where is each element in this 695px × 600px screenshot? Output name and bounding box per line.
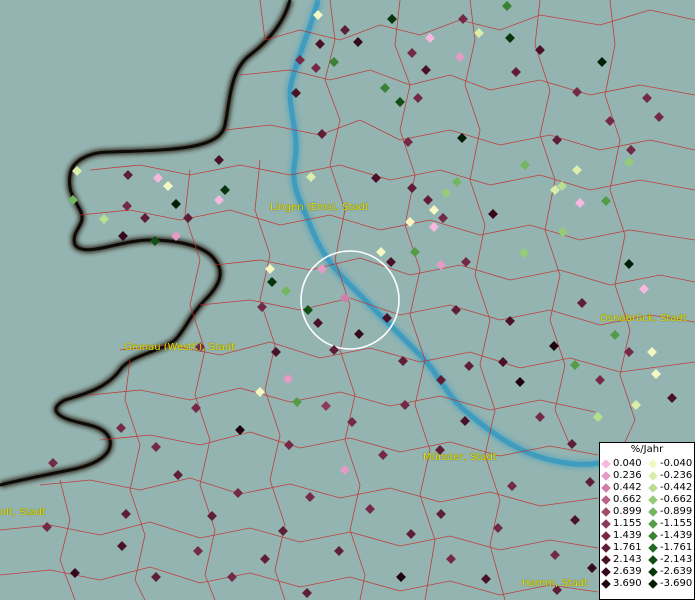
legend-swatch	[648, 495, 658, 505]
legend-label: 1.155	[613, 518, 642, 529]
legend-row: 0.442 -0.442	[600, 482, 694, 494]
legend-label: 1.761	[613, 542, 642, 553]
city-label-gronau[interactable]: Gronau (Westf.), Stadt	[124, 342, 235, 353]
legend-entry-positive: 0.899	[600, 506, 647, 518]
legend-entry-positive: 1.155	[600, 518, 647, 530]
legend-swatch	[601, 519, 611, 529]
legend-label: -3.690	[660, 578, 693, 589]
legend-label: -0.236	[660, 470, 693, 481]
legend-label: 2.639	[613, 566, 642, 577]
legend-row: 1.439 -1.439	[600, 530, 694, 542]
legend-row: 0.236 -0.236	[600, 470, 694, 482]
legend-label: -1.155	[660, 518, 693, 529]
legend-entry-negative: -1.439	[647, 530, 694, 542]
legend-entry-negative: -0.040	[647, 458, 694, 470]
legend-swatch	[648, 543, 658, 553]
legend-swatch	[648, 507, 658, 517]
legend-swatch	[601, 543, 611, 553]
legend-row: 2.639 -2.639	[600, 566, 694, 578]
legend-label: 2.143	[613, 554, 642, 565]
legend-label: 0.442	[613, 482, 642, 493]
legend-swatch	[648, 519, 658, 529]
city-label-hamm[interactable]: Hamm, Stadt	[522, 578, 588, 589]
city-label-muenster[interactable]: Münster, Stadt	[423, 452, 497, 463]
legend-row: 0.040 -0.040	[600, 458, 694, 470]
city-label-lingen[interactable]: Lingen (Ems), Stadt	[270, 202, 369, 213]
legend-entry-negative: -1.761	[647, 542, 694, 554]
legend-label: -0.662	[660, 494, 693, 505]
legend-swatch	[601, 555, 611, 565]
legend-entry-negative: -1.155	[647, 518, 694, 530]
legend-row: 1.761 -1.761	[600, 542, 694, 554]
legend: %/Jahr 0.040 -0.040 0.236 -0.236 0.442 -0.442…	[599, 442, 695, 600]
legend-entry-negative: -0.662	[647, 494, 694, 506]
city-label-bocholt[interactable]: olt, Stadt	[0, 507, 46, 518]
legend-entry-positive: 2.143	[600, 554, 647, 566]
legend-label: -0.040	[660, 458, 693, 469]
legend-label: 0.040	[613, 458, 642, 469]
legend-entry-negative: -2.143	[647, 554, 694, 566]
legend-label: 3.690	[613, 578, 642, 589]
legend-entry-positive: 0.040	[600, 458, 647, 470]
legend-entry-positive: 3.690	[600, 578, 647, 590]
legend-rows: 0.040 -0.040 0.236 -0.236 0.442 -0.442 0.662 -0…	[600, 458, 694, 590]
legend-swatch	[648, 531, 658, 541]
legend-label: -2.143	[660, 554, 693, 565]
map-canvas	[0, 0, 695, 600]
legend-entry-negative: -3.690	[647, 578, 694, 590]
legend-label: 1.439	[613, 530, 642, 541]
legend-entry-positive: 0.236	[600, 470, 647, 482]
legend-row: 1.155 -1.155	[600, 518, 694, 530]
legend-swatch	[601, 483, 611, 493]
legend-entry-negative: -0.899	[647, 506, 694, 518]
legend-entry-negative: -2.639	[647, 566, 694, 578]
legend-swatch	[648, 579, 658, 589]
map-view[interactable]: Lingen (Ems), Stadt Gronau (Westf.), Sta…	[0, 0, 695, 600]
legend-entry-positive: 1.439	[600, 530, 647, 542]
legend-swatch	[648, 483, 658, 493]
legend-row: 0.899 -0.899	[600, 506, 694, 518]
legend-swatch	[648, 555, 658, 565]
legend-swatch	[601, 507, 611, 517]
legend-label: -0.442	[660, 482, 693, 493]
legend-row: 3.690 -3.690	[600, 578, 694, 590]
legend-row: 0.662 -0.662	[600, 494, 694, 506]
legend-swatch	[601, 567, 611, 577]
legend-swatch	[648, 567, 658, 577]
legend-label: -2.639	[660, 566, 693, 577]
legend-swatch	[648, 459, 658, 469]
city-label-osnabrueck[interactable]: Osnabrück, Stadt	[600, 313, 687, 324]
legend-label: -0.899	[660, 506, 693, 517]
legend-swatch	[601, 579, 611, 589]
legend-swatch	[601, 459, 611, 469]
legend-row: 2.143 -2.143	[600, 554, 694, 566]
legend-entry-negative: -0.236	[647, 470, 694, 482]
legend-label: 0.899	[613, 506, 642, 517]
legend-swatch	[601, 531, 611, 541]
legend-swatch	[601, 495, 611, 505]
legend-entry-negative: -0.442	[647, 482, 694, 494]
legend-label: 0.662	[613, 494, 642, 505]
legend-swatch	[648, 471, 658, 481]
legend-swatch	[601, 471, 611, 481]
legend-entry-positive: 2.639	[600, 566, 647, 578]
legend-title: %/Jahr	[630, 444, 664, 455]
legend-entry-positive: 0.662	[600, 494, 647, 506]
legend-label: -1.439	[660, 530, 693, 541]
legend-label: -1.761	[660, 542, 693, 553]
legend-label: 0.236	[613, 470, 642, 481]
legend-entry-positive: 0.442	[600, 482, 647, 494]
legend-entry-positive: 1.761	[600, 542, 647, 554]
